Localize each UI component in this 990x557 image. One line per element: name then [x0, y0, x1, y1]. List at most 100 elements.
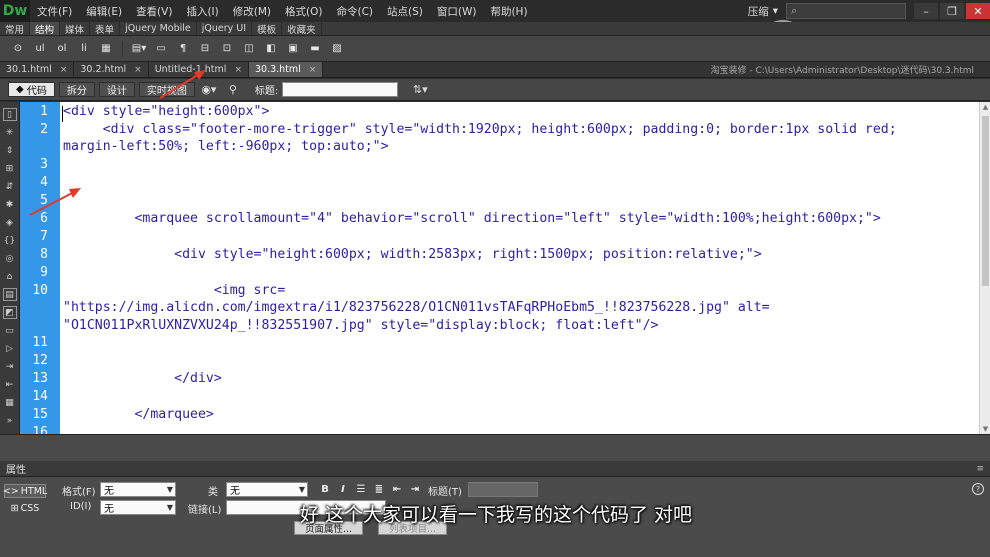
inspect-icon[interactable]: ⚲: [223, 82, 243, 98]
help-icon[interactable]: ?: [972, 483, 984, 495]
apply-comment-icon[interactable]: ⌂: [3, 270, 17, 283]
workspace-switcher[interactable]: 压缩 ▾: [740, 4, 786, 19]
design-view-button[interactable]: 设计: [98, 82, 135, 97]
menu-file[interactable]: 文件(F): [30, 4, 79, 19]
split-view-button[interactable]: 拆分: [58, 82, 95, 97]
css-mode-button[interactable]: ⊞ CSS: [4, 501, 46, 515]
file-management-icon[interactable]: ⇅▾: [410, 82, 430, 98]
line-numbers-icon[interactable]: ✱: [3, 198, 17, 211]
collapse-tag-icon[interactable]: ⊞: [3, 162, 17, 175]
insert-tab-media[interactable]: 媒体: [60, 22, 91, 36]
paragraph-icon[interactable]: ¶: [175, 41, 191, 57]
code-line[interactable]: margin-left:50%; left:-960px; top:auto;"…: [63, 139, 389, 154]
close-button[interactable]: ✕: [966, 3, 990, 19]
menu-insert[interactable]: 插入(I): [179, 4, 225, 19]
section-icon[interactable]: ◫: [241, 41, 257, 57]
more-tools-icon[interactable]: »: [3, 414, 17, 427]
outdent-icon[interactable]: ⇤: [390, 482, 404, 496]
image-icon[interactable]: ⊡: [219, 41, 235, 57]
insert-tab-favorites[interactable]: 收藏夹: [282, 22, 322, 36]
menu-edit[interactable]: 编辑(E): [79, 4, 129, 19]
title-input[interactable]: [282, 82, 399, 97]
insert-tab-forms[interactable]: 表单: [90, 22, 121, 36]
unordered-list-icon[interactable]: ☰: [354, 482, 368, 496]
select-parent-icon[interactable]: ⇵: [3, 180, 17, 193]
code-line[interactable]: "https://img.alicdn.com/imgextra/i1/8237…: [63, 300, 770, 315]
insert-tab-templates[interactable]: 模板: [252, 22, 283, 36]
ul-button[interactable]: ul: [32, 41, 48, 57]
code-line[interactable]: <div class="footer-more-trigger" style="…: [63, 122, 897, 137]
syntax-error-icon[interactable]: ◎: [3, 252, 17, 265]
move-css-icon[interactable]: ▷: [3, 342, 17, 355]
properties-panel-header[interactable]: 属性 ≡: [0, 461, 990, 477]
menu-site[interactable]: 站点(S): [380, 4, 430, 19]
scroll-down-icon[interactable]: ▼: [980, 424, 990, 434]
ol-button[interactable]: ol: [54, 41, 70, 57]
code-line[interactable]: <img src=: [63, 283, 285, 298]
header-icon[interactable]: ▤▾: [131, 41, 147, 57]
menu-window[interactable]: 窗口(W): [430, 4, 484, 19]
class-select[interactable]: 无 ▼: [226, 482, 308, 497]
ordered-list-icon[interactable]: ≣: [372, 482, 386, 496]
article-icon[interactable]: ◧: [263, 41, 279, 57]
highlight-invalid-icon[interactable]: ◈: [3, 216, 17, 229]
code-line[interactable]: "O1CN011PxRlUXNZVXU24p_!!832551907.jpg" …: [63, 318, 658, 333]
scroll-thumb[interactable]: [982, 116, 989, 286]
title-field-input[interactable]: [468, 482, 538, 497]
li-button[interactable]: li: [76, 41, 92, 57]
hyperlink-icon[interactable]: ⊟: [197, 41, 213, 57]
vertical-scrollbar[interactable]: ▲ ▼: [979, 102, 990, 434]
code-line[interactable]: <marquee scrollamount="4" behavior="scro…: [63, 211, 880, 226]
menu-format[interactable]: 格式(O): [278, 4, 329, 19]
close-icon[interactable]: ×: [134, 65, 142, 75]
wrap-tag-icon[interactable]: ◩: [2, 306, 17, 319]
insert-tab-jquery-ui[interactable]: jQuery UI: [197, 22, 253, 35]
code-view-button[interactable]: ◆ 代码: [8, 82, 55, 97]
scroll-up-icon[interactable]: ▲: [980, 102, 990, 112]
code-editor[interactable]: <div style="height:600px"> <div class="f…: [60, 102, 979, 434]
minimize-button[interactable]: –: [914, 3, 938, 19]
menu-help[interactable]: 帮助(H): [483, 4, 534, 19]
bold-button[interactable]: B: [318, 482, 332, 496]
insert-tab-jquery-mobile[interactable]: jQuery Mobile: [120, 22, 197, 35]
div-tag-icon[interactable]: ⊙: [10, 41, 26, 57]
doc-tab-30-2[interactable]: 30.2.html ×: [74, 62, 149, 77]
menu-view[interactable]: 查看(V): [129, 4, 179, 19]
aside-icon[interactable]: ▣: [285, 41, 301, 57]
maximize-button[interactable]: ❐: [940, 3, 964, 19]
doc-tab-untitled-1[interactable]: Untitled-1.html ×: [148, 62, 249, 77]
close-icon[interactable]: ×: [60, 65, 68, 75]
close-icon[interactable]: ×: [234, 65, 242, 75]
format-source-icon[interactable]: ▦: [3, 396, 17, 409]
html-mode-button[interactable]: <> HTML: [3, 484, 47, 498]
code-line[interactable]: <div style="height:600px">: [63, 104, 269, 119]
close-icon[interactable]: ×: [309, 65, 317, 75]
italic-button[interactable]: I: [336, 482, 350, 496]
indent-icon[interactable]: ⇥: [3, 360, 17, 373]
insert-tab-common[interactable]: 常用: [0, 22, 31, 36]
recent-snippets-icon[interactable]: ▭: [3, 324, 17, 337]
remove-comment-icon[interactable]: ▤: [2, 288, 17, 301]
code-line[interactable]: </div>: [63, 371, 222, 386]
format-select[interactable]: 无 ▼: [100, 482, 176, 497]
menu-commands[interactable]: 命令(C): [329, 4, 380, 19]
doc-tab-30-1[interactable]: 30.1.html ×: [0, 62, 75, 77]
id-select[interactable]: 无 ▼: [100, 500, 176, 515]
open-documents-icon[interactable]: ▯: [2, 108, 17, 121]
insert-tab-layout[interactable]: 结构: [30, 22, 61, 36]
figure-icon[interactable]: ▨: [329, 41, 345, 57]
menu-modify[interactable]: 修改(M): [226, 4, 278, 19]
globe-icon[interactable]: ◉▾: [199, 82, 219, 98]
doc-tab-30-3[interactable]: 30.3.html ×: [248, 62, 324, 77]
indent-icon[interactable]: ⇥: [408, 482, 422, 496]
expand-all-icon[interactable]: ⇕: [3, 144, 17, 157]
live-view-button[interactable]: 实时视图: [138, 82, 195, 97]
navigation-icon[interactable]: ▭: [153, 41, 169, 57]
code-line[interactable]: </marquee>: [63, 407, 213, 422]
table-icon[interactable]: ▦: [98, 41, 114, 57]
word-wrap-icon[interactable]: {}: [3, 234, 17, 247]
outdent-icon[interactable]: ⇤: [3, 378, 17, 391]
collapse-icon[interactable]: ✳: [3, 126, 17, 139]
footer-icon[interactable]: ▬: [307, 41, 323, 57]
code-line[interactable]: <div style="height:600px; width:2583px; …: [63, 247, 762, 262]
